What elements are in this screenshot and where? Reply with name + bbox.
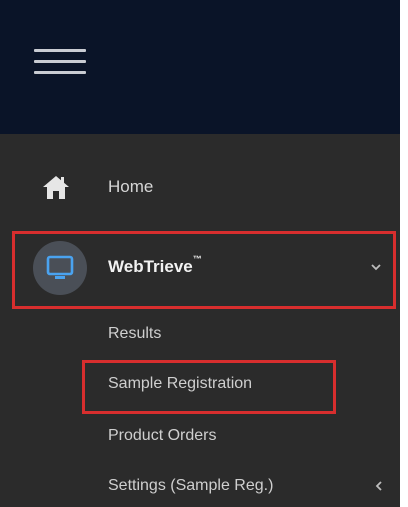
sidebar-item-home[interactable]: Home	[0, 158, 400, 216]
submenu-item-product-orders[interactable]: Product Orders	[108, 427, 216, 445]
trademark-symbol: ™	[192, 254, 202, 264]
monitor-icon-badge	[33, 241, 87, 295]
sidebar-item-label: Home	[108, 177, 154, 196]
webtrieve-name: WebTrieve	[108, 257, 193, 276]
hamburger-menu-icon[interactable]	[34, 47, 86, 75]
sidebar-item-webtrieve[interactable]: WebTrieve™	[12, 231, 396, 309]
top-bar	[0, 0, 400, 134]
submenu-item-settings[interactable]: Settings (Sample Reg.)	[108, 477, 273, 495]
submenu-item-sample-registration[interactable]: Sample Registration	[108, 375, 252, 393]
chevron-left-icon[interactable]	[374, 480, 384, 492]
sidebar: Home WebTrieve™ Results Sample Registrat…	[0, 0, 400, 507]
sidebar-item-label: WebTrieve™	[108, 254, 202, 277]
home-icon	[43, 176, 69, 199]
chevron-down-icon[interactable]	[370, 261, 382, 273]
monitor-icon	[46, 255, 74, 279]
submenu-item-results[interactable]: Results	[108, 325, 161, 343]
